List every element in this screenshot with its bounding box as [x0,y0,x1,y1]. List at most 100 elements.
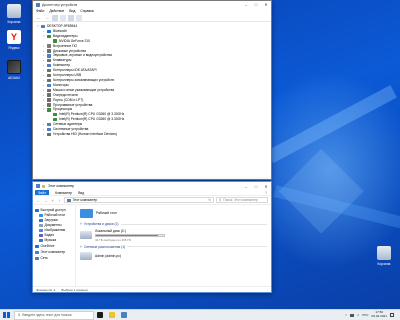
nav-item-label: Этот компьютер [40,250,66,254]
desktop-icon-label: Корзина [7,20,21,24]
explorer-body: Быстрый доступ Рабочий стол Загрузки Докуме… [33,205,271,286]
taskbar-app[interactable] [106,310,118,320]
menu-action[interactable]: Действие [49,9,64,13]
taskbar: ⚲ Введите здесь текст для поиска ˄ ♫ РУС… [0,309,400,320]
desktop-icon-label: AIDA64 [8,76,20,80]
printer-icon [47,93,51,97]
mouse-icon [47,88,51,92]
forward-arrow-icon[interactable]: → [44,15,50,21]
desktop-icon-label: Яндекс [8,46,20,50]
input-language[interactable]: РУС [362,313,368,317]
taskbar-app[interactable] [94,310,106,320]
system-tray: ˄ ♫ РУС 17:50 09.04.2021 [345,311,400,318]
clock[interactable]: 17:50 09.04.2021 [372,311,387,318]
chevron-down-icon: ˅ [80,244,82,249]
up-button[interactable]: ↑ [57,198,62,203]
folder-item[interactable]: Рабочий стол [80,207,267,219]
navigation-pane: Быстрый доступ Рабочий стол Загрузки Докуме… [33,205,76,286]
tab-view[interactable]: Вид [78,191,84,195]
nav-item-label: Музыка [44,238,57,242]
back-button[interactable]: ← [36,198,41,203]
forward-button[interactable]: → [43,198,48,203]
file-explorer-icon [109,312,115,318]
drive-usage-bar [95,234,165,237]
drive-usage-fill [96,235,158,236]
nav-item[interactable]: Сеть [35,256,73,261]
close-button[interactable]: ✕ [261,1,271,8]
network-location-item[interactable]: Admin (admin-pc) [80,251,267,260]
desktop-icon-recycle-bin[interactable]: Корзина [2,4,26,24]
notifications-icon[interactable] [390,313,394,317]
minimize-button[interactable]: – [241,1,251,8]
scan-hardware-icon[interactable] [68,14,74,21]
desktop-icon-aida64[interactable]: AIDA64 [2,60,26,80]
device-manager-window: Диспетчер устройств – □ ✕ Файл Действие … [32,0,272,180]
refresh-icon[interactable]: ↻ [208,198,211,202]
volume-icon[interactable]: ♫ [357,313,359,317]
explorer-titlebar[interactable]: Этот компьютер – □ ✕ [33,182,271,190]
task-view-icon [97,312,103,318]
status-bar: Элементов: 2 Выбран 1 элемент [33,286,271,292]
maximize-button[interactable]: □ [251,1,261,8]
device-tree-item[interactable]: › Устройства HID (Human Interface Devices… [37,132,267,137]
maximize-button[interactable]: □ [251,183,261,190]
network-group-header[interactable]: ˅ Сетевые расположения (1) [80,245,267,249]
help-icon[interactable]: ? [265,191,267,195]
nav-item[interactable]: Музыка [35,238,73,243]
menu-view[interactable]: Вид [69,9,75,13]
search-icon: ⚲ [18,313,21,317]
desktop-icon-yandex[interactable]: Y Яндекс [2,30,26,50]
windows-logo-icon [6,311,10,315]
device-manager-titlebar[interactable]: Диспетчер устройств – □ ✕ [33,1,271,8]
devices-group-header[interactable]: ˅ Устройства и диски (1) [80,222,267,226]
keyboard-icon [47,59,51,63]
computer-icon [41,24,45,29]
group-divider [120,223,267,225]
taskbar-app[interactable] [118,310,130,320]
search-input[interactable]: ⚲ Поиск: Этот компьютер [216,197,268,203]
address-row: ← → ˅ ↑ Этот компьютер ↻ ⚲ Поиск: Этот к… [33,196,271,205]
close-button[interactable]: ✕ [261,183,271,190]
disk-icon [47,49,51,53]
usb-icon [47,73,51,78]
pictures-icon [39,229,43,232]
menu-file[interactable]: Файл [36,9,44,13]
taskbar-search-box[interactable]: ⚲ Введите здесь текст для поиска [14,310,94,320]
network-icon[interactable] [349,313,354,317]
desktop-folder-icon [80,208,93,218]
desktop-icon-recycle-bin-right[interactable]: Корзина [372,246,396,266]
minimize-button[interactable]: – [241,183,251,190]
nav-item-label: Сеть [40,256,48,260]
help-icon[interactable] [60,14,66,21]
content-pane: Рабочий стол ˅ Устройства и диски (1) Ло… [76,205,271,286]
selection-count: Выбран 1 элемент [61,287,89,292]
nav-item[interactable]: OneDrive [35,244,73,249]
monitor-icon[interactable] [76,14,82,21]
sound-icon [47,54,51,58]
start-button[interactable] [2,311,11,320]
tab-computer[interactable]: Компьютер [55,191,72,195]
processor-icon [47,108,51,112]
processor-icon [53,113,57,117]
chevron-up-icon[interactable]: ˄ [345,313,347,317]
wallpaper-light-beam [278,148,364,234]
videos-icon [39,234,43,237]
windows-logo-icon [3,311,7,315]
network-adapter-icon [47,122,51,127]
storage-controller-icon [47,78,51,83]
address-bar[interactable]: Этот компьютер ↻ [64,197,214,203]
recent-locations-icon[interactable]: ˅ [50,198,55,203]
nav-item[interactable]: Этот компьютер [35,250,73,255]
display-adapter-icon [47,34,51,38]
taskbar-search-placeholder: Введите здесь текст для поиска [22,313,72,317]
display-adapter-icon [53,39,57,43]
drive-free-space: 44 ГБ свободно из 465 ГБ [95,237,131,242]
drive-item[interactable]: Локальный диск (C:) 44 ГБ свободно из 46… [80,229,267,242]
back-arrow-icon[interactable]: ← [36,15,42,21]
group-title: Сетевые расположения (1) [83,244,126,249]
recycle-bin-icon [377,246,391,260]
properties-icon[interactable] [52,14,58,21]
tab-file[interactable]: Файл [35,190,50,195]
menu-help[interactable]: Справка [80,9,93,13]
toolbar: ← → [33,14,271,22]
